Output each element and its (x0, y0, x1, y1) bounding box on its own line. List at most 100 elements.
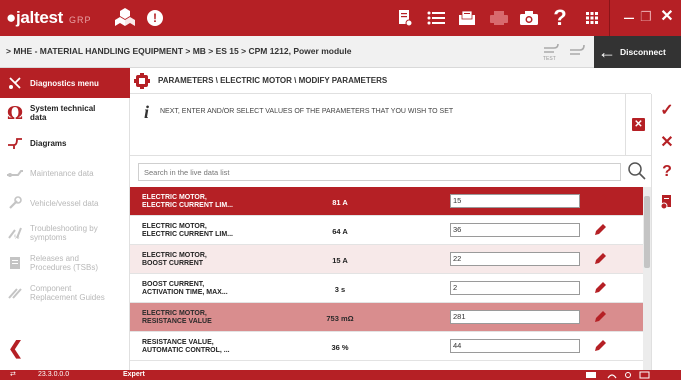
apps-grid-icon[interactable] (580, 6, 604, 30)
user-mode: Expert (123, 371, 145, 378)
troubleshoot-icon: % (0, 218, 30, 248)
action-bar: ✓ ✕ ? (651, 94, 681, 370)
mail-icon[interactable] (455, 6, 479, 30)
parameter-current-value: 15 A (332, 256, 348, 265)
parameter-input[interactable]: 2 (450, 281, 580, 295)
sidebar-item-diagrams[interactable]: Diagrams (0, 128, 130, 158)
parameter-current-value: 753 mΩ (326, 314, 354, 323)
parameter-name: BOOST CURRENT, ACTIVATION TIME, MAX... (142, 281, 228, 296)
table-row[interactable]: ELECTRIC MOTOR, ELECTRIC CURRENT LIM... 6… (130, 216, 643, 245)
accept-check-icon[interactable]: ✓ (652, 98, 681, 122)
edit-pen-icon[interactable] (592, 251, 608, 267)
help-icon[interactable]: ? (652, 160, 681, 184)
alert-button[interactable]: ! (140, 0, 170, 36)
table-row[interactable]: ELECTRIC MOTOR, BOOST CURRENT 15 A 22 (130, 245, 643, 274)
parameter-current-value: 81 A (332, 198, 348, 207)
version-text: 23.3.0.0.0 (38, 371, 70, 378)
edit-pen-icon[interactable] (592, 309, 608, 325)
edit-pen-icon[interactable] (592, 222, 608, 238)
status-bar: ⇄ 23.3.0.0.0 Expert (0, 370, 681, 380)
close-icon[interactable]: ✕ (655, 0, 679, 36)
usb-icon: ⇄ (10, 371, 16, 378)
table-row[interactable]: RESISTANCE VALUE, AUTOMATIC CONTROL, ... … (130, 332, 643, 361)
sidebar-item-label: Diagrams (30, 138, 67, 148)
sidebar-item-label: System technical data (30, 104, 96, 122)
parameter-name: ELECTRIC MOTOR, RESISTANCE VALUE (142, 310, 212, 325)
svg-text:%: % (14, 235, 20, 240)
table-row[interactable]: ELECTRIC MOTOR, RESISTANCE VALUE 753 mΩ 2… (130, 303, 643, 332)
info-icon: i (144, 102, 150, 122)
sidebar-item-label: Vehicle/vessel data (30, 198, 99, 208)
parameter-current-value: 36 % (331, 343, 349, 352)
sidebar-item-label: Maintenance data (30, 168, 94, 178)
parameter-name: RESISTANCE VALUE, AUTOMATIC CONTROL, ... (142, 339, 230, 354)
parameter-current-value: 64 A (332, 227, 348, 236)
parameter-input[interactable]: 22 (450, 252, 580, 266)
app-logo: ●jaltest GRP (6, 8, 92, 28)
table-row[interactable]: ELECTRIC MOTOR, ELECTRIC CURRENT LIM... 8… (130, 187, 643, 216)
wrench-icon (0, 188, 30, 218)
sidebar-item-vehicle-vessel-data: Vehicle/vessel data (0, 188, 130, 218)
test-cable-icon: TEST (543, 43, 559, 62)
diagnostics-icon (0, 68, 30, 98)
disconnect-label: Disconnect (620, 47, 666, 57)
disconnect-button[interactable]: ← Disconnect (594, 36, 681, 68)
arrow-left-icon: ← (598, 42, 616, 62)
sidebar-item-label: Troubleshooting by symptoms (30, 224, 98, 242)
sidebar-item-label: Diagnostics menu (30, 78, 99, 88)
instruction-text: NEXT, ENTER AND/OR SELECT VALUES OF THE … (160, 108, 454, 115)
breadcrumb[interactable]: > MHE - MATERIAL HANDLING EQUIPMENT > MB… (6, 46, 351, 56)
sidebar-item-releases-procedures: Releases and Procedures (TSBs) (0, 248, 130, 278)
parameter-input[interactable]: 281 (450, 310, 580, 324)
logo-sub: GRP (69, 15, 92, 25)
cancel-x-icon[interactable]: ✕ (652, 130, 681, 154)
sidebar-item-label: Component Replacement Guides (30, 284, 105, 302)
printer-icon (486, 6, 512, 30)
edit-pen-icon[interactable] (592, 280, 608, 296)
parameter-table: ELECTRIC MOTOR, ELECTRIC CURRENT LIM... 8… (130, 187, 643, 370)
search-input[interactable] (138, 163, 621, 181)
cubes-icon[interactable] (114, 6, 136, 28)
parameter-name: ELECTRIC MOTOR, ELECTRIC CURRENT LIM... (142, 194, 233, 209)
edit-pen-icon[interactable] (592, 338, 608, 354)
maintenance-icon (0, 158, 30, 188)
search-icon[interactable] (627, 160, 647, 182)
status-icons (586, 371, 650, 379)
sidebar: Diagnostics menu Ω System technical data… (0, 68, 130, 370)
cancel-panel: ✕ (625, 94, 651, 156)
sidebar-item-component-replacement: Component Replacement Guides (0, 278, 130, 308)
breadcrumb-bar: > MHE - MATERIAL HANDLING EQUIPMENT > MB… (0, 36, 681, 68)
document-icon (0, 248, 30, 278)
edit-pen-icon[interactable] (592, 193, 608, 209)
parameter-input[interactable]: 44 (450, 339, 580, 353)
instruction-panel: i NEXT, ENTER AND/OR SELECT VALUES OF TH… (130, 94, 625, 156)
scrollbar-thumb[interactable] (644, 196, 650, 268)
parameter-name: ELECTRIC MOTOR, ELECTRIC CURRENT LIM... (142, 223, 233, 238)
sidebar-item-maintenance-data: Maintenance data (0, 158, 130, 188)
report-icon[interactable] (395, 6, 415, 30)
help-icon[interactable]: ? (548, 5, 572, 30)
cable-icon (570, 44, 585, 55)
top-toolbar: ●jaltest GRP ! ? – ❐ ✕ (0, 0, 681, 36)
content-header: PARAMETERS \ ELECTRIC MOTOR \ MODIFY PAR… (130, 68, 651, 94)
module-gear-icon (130, 72, 154, 89)
toolbar-divider (609, 0, 610, 36)
parameter-input[interactable]: 36 (450, 223, 580, 237)
sidebar-item-system-technical-data[interactable]: Ω System technical data (0, 98, 130, 128)
sidebar-item-diagnostics-menu[interactable]: Diagnostics menu (0, 68, 130, 98)
svg-text:TEST: TEST (543, 56, 556, 62)
chevron-left-icon[interactable]: ❮ (8, 338, 23, 359)
sidebar-item-troubleshooting: % Troubleshooting by symptoms (0, 218, 130, 248)
parameter-input[interactable]: 15 (450, 194, 580, 208)
cancel-x-icon[interactable]: ✕ (632, 118, 645, 131)
alert-icon: ! (147, 10, 163, 26)
sidebar-item-label: Releases and Procedures (TSBs) (30, 254, 99, 272)
table-row[interactable]: BOOST CURRENT, ACTIVATION TIME, MAX... 3 … (130, 274, 643, 303)
document-gear-icon[interactable] (652, 190, 681, 214)
tools-icon (0, 278, 30, 308)
diagram-icon (0, 128, 30, 158)
camera-icon[interactable] (516, 6, 542, 30)
logo-text: ●jaltest (6, 8, 64, 27)
page-title: PARAMETERS \ ELECTRIC MOTOR \ MODIFY PAR… (158, 76, 388, 85)
list-icon[interactable] (424, 6, 448, 30)
